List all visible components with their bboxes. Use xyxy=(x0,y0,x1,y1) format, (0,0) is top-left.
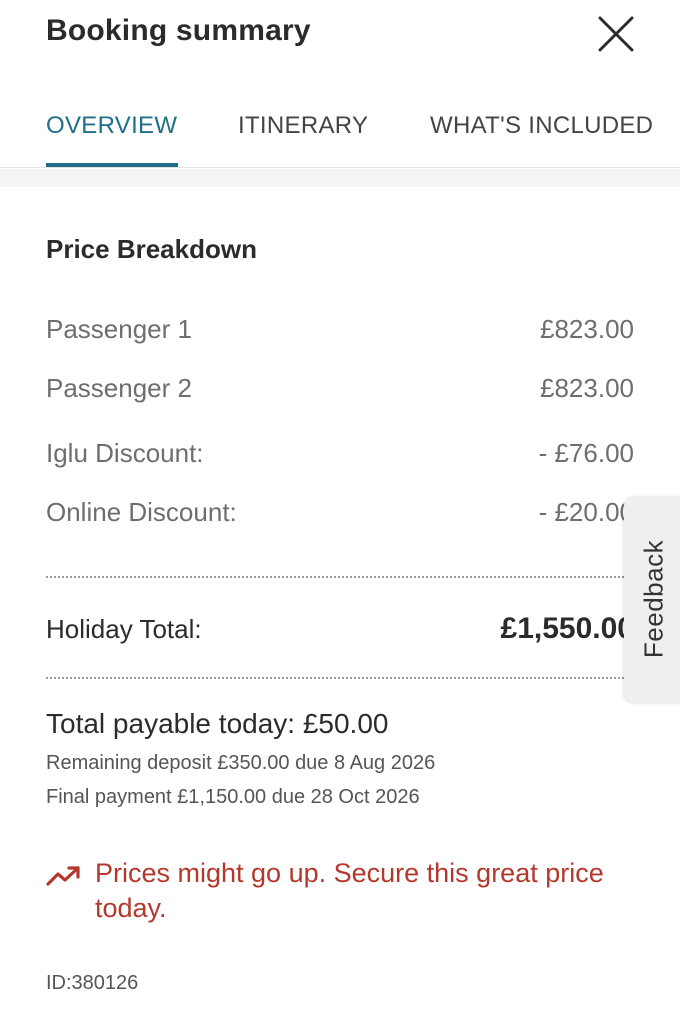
section-divider xyxy=(0,169,680,187)
price-row-label: Online Discount: xyxy=(46,497,237,527)
tab-overview[interactable]: OVERVIEW xyxy=(46,112,177,140)
holiday-total-row: Holiday Total: £1,550.00 xyxy=(46,612,634,648)
price-row-value: - £76.00 xyxy=(538,438,634,468)
total-payable-today: Total payable today: £50.00 xyxy=(46,708,389,739)
booking-id: ID:380126 xyxy=(46,972,139,994)
tab-bar: OVERVIEW ITINERARY WHAT'S INCLUDED xyxy=(0,96,680,168)
header: Booking summary xyxy=(0,0,680,70)
price-row-value: £823.00 xyxy=(540,373,634,403)
booking-summary-page: Booking summary OVERVIEW ITINERARY WHAT'… xyxy=(0,0,680,1024)
price-warning: Prices might go up. Secure this great pr… xyxy=(46,856,606,932)
price-row-label: Passenger 2 xyxy=(46,373,192,403)
price-row: Online Discount: - £20.00 xyxy=(46,497,634,531)
price-row: Passenger 1 £823.00 xyxy=(46,314,634,348)
tab-itinerary[interactable]: ITINERARY xyxy=(238,112,368,140)
price-row-label: Iglu Discount: xyxy=(46,438,204,468)
tab-whats-included[interactable]: WHAT'S INCLUDED xyxy=(430,112,653,140)
dotted-divider xyxy=(46,677,624,679)
price-row-label: Passenger 1 xyxy=(46,314,192,344)
holiday-total-label: Holiday Total: xyxy=(46,614,202,644)
remaining-deposit-text: Remaining deposit £350.00 due 8 Aug 2026 xyxy=(46,752,436,774)
price-row: Iglu Discount: - £76.00 xyxy=(46,438,634,472)
price-row-value: - £20.00 xyxy=(538,497,634,527)
close-icon xyxy=(598,16,634,52)
holiday-total-value: £1,550.00 xyxy=(500,612,634,645)
trending-up-icon xyxy=(46,866,80,886)
feedback-label: Feedback xyxy=(638,539,669,659)
feedback-tab[interactable]: Feedback xyxy=(624,496,680,702)
close-button[interactable] xyxy=(594,12,638,56)
price-warning-text: Prices might go up. Secure this great pr… xyxy=(95,858,604,923)
active-tab-indicator xyxy=(46,163,178,167)
price-row-value: £823.00 xyxy=(540,314,634,344)
price-breakdown-title: Price Breakdown xyxy=(46,234,257,264)
final-payment-text: Final payment £1,150.00 due 28 Oct 2026 xyxy=(46,786,420,808)
page-title: Booking summary xyxy=(46,14,311,47)
price-row: Passenger 2 £823.00 xyxy=(46,373,634,407)
dotted-divider xyxy=(46,576,624,578)
